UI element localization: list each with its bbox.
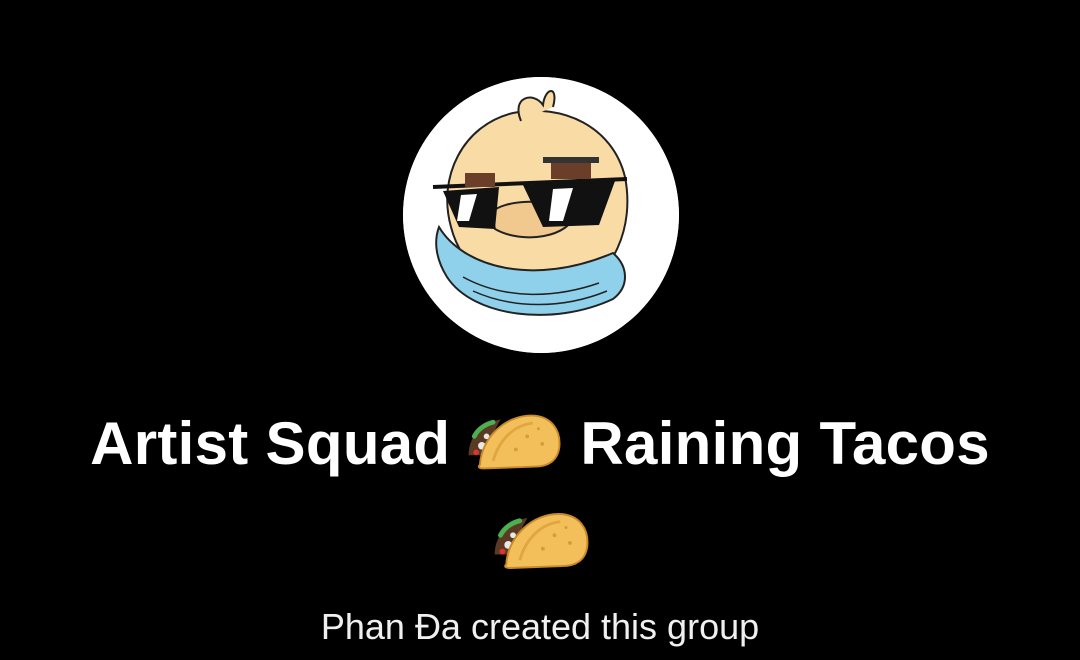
group-name-continuation [0, 506, 1080, 578]
group-info-screen: Artist Squad Raining Tacos Phan Đa create… [0, 0, 1080, 660]
duck-avatar-icon [403, 77, 679, 353]
taco-emoji-icon [487, 506, 593, 576]
group-name-part2: Raining Tacos [580, 410, 990, 477]
group-name: Artist Squad Raining Tacos [0, 408, 1080, 482]
group-name-part1: Artist Squad [90, 410, 451, 477]
group-avatar[interactable] [403, 77, 679, 353]
group-created-text: Phan Đa created this group [320, 606, 760, 647]
taco-emoji-icon [460, 408, 566, 476]
